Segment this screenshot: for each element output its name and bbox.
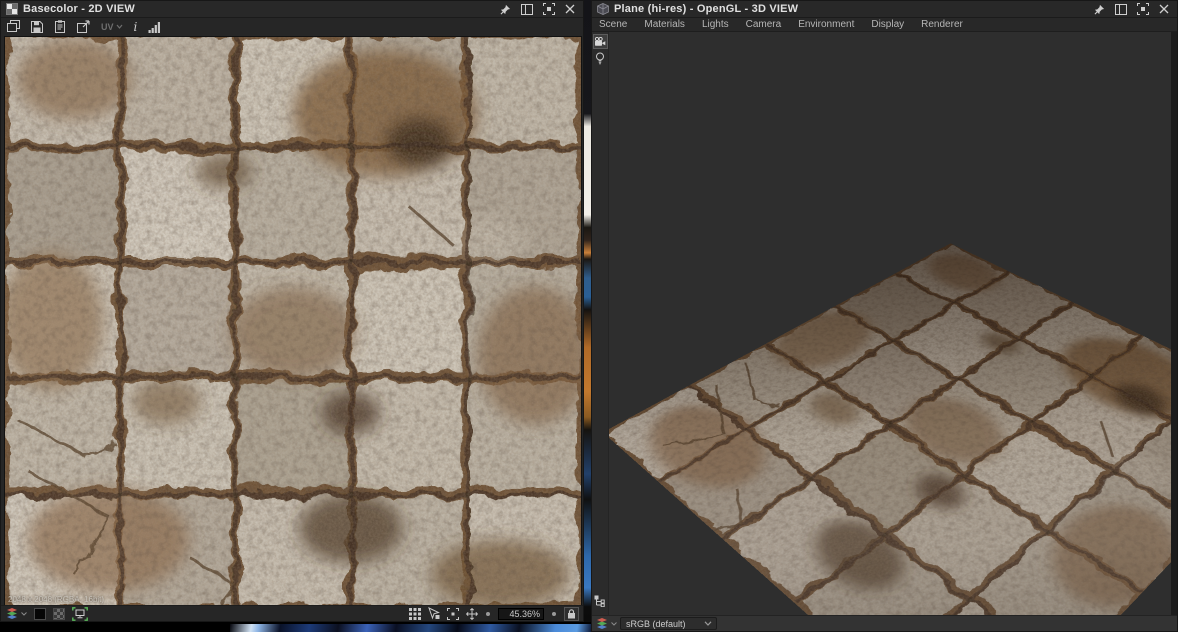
3d-viewport[interactable] <box>609 32 1171 615</box>
channels-dropdown[interactable] <box>5 608 27 620</box>
export-button[interactable] <box>77 20 90 33</box>
channels-stack-icon <box>5 608 19 620</box>
uv-fit-button[interactable] <box>428 607 440 620</box>
zoom-in-button[interactable] <box>551 611 557 617</box>
outliner-icon <box>594 595 606 607</box>
3d-view-statusbar: sRGB (default) <box>592 615 1177 631</box>
monitor-icon <box>72 607 88 621</box>
info-icon: i <box>134 22 138 32</box>
save-icon <box>31 21 43 33</box>
3d-plane-mesh <box>609 243 1171 615</box>
pin-icon[interactable] <box>1094 4 1105 15</box>
2d-texture-canvas[interactable]: 2048 x 2048 (RGBA, 16bit) <box>4 36 582 606</box>
chevron-down-icon <box>116 24 123 29</box>
lock-icon <box>567 609 576 619</box>
uv-fit-icon <box>428 607 440 620</box>
3d-view-titlebar: Plane (hi-res) - OpenGL - 3D VIEW <box>592 1 1177 18</box>
menu-lights[interactable]: Lights <box>702 19 729 30</box>
pin-icon[interactable] <box>500 4 511 15</box>
menu-materials[interactable]: Materials <box>644 19 685 30</box>
zoom-percent-field[interactable]: 45.36% <box>498 608 544 620</box>
zoom-lock-button[interactable] <box>564 607 579 621</box>
save-button[interactable] <box>31 21 43 33</box>
maximize-icon[interactable] <box>1137 3 1149 15</box>
copy-icon <box>7 20 20 33</box>
panel-layout-icon[interactable] <box>1115 4 1127 15</box>
channels-stack-icon <box>595 618 609 630</box>
maximize-icon[interactable] <box>543 3 555 15</box>
zoom-out-dot <box>485 611 491 617</box>
zoom-out-button[interactable] <box>485 611 491 617</box>
2d-view-panel: Basecolor - 2D VIEW <box>0 0 584 622</box>
paste-button[interactable] <box>54 20 66 33</box>
checker-logo-icon <box>6 3 18 15</box>
plane-tint <box>609 243 1171 615</box>
chevron-down-icon <box>704 621 712 626</box>
menu-display[interactable]: Display <box>871 19 904 30</box>
menu-scene[interactable]: Scene <box>599 19 627 30</box>
camera-icon <box>594 37 606 47</box>
export-icon <box>77 20 90 33</box>
info-button[interactable]: i <box>134 22 138 32</box>
channels-dropdown[interactable] <box>595 618 617 630</box>
grid-toggle-button[interactable] <box>409 608 421 620</box>
2d-view-titlebar: Basecolor - 2D VIEW <box>1 1 583 18</box>
3d-view-body <box>592 32 1177 615</box>
menu-renderer[interactable]: Renderer <box>921 19 963 30</box>
menu-camera[interactable]: Camera <box>746 19 782 30</box>
desktop-wallpaper <box>230 624 591 632</box>
2d-view-toolbar: UV i <box>1 18 583 35</box>
close-icon[interactable] <box>1159 4 1169 14</box>
3d-side-toolbar <box>592 32 609 615</box>
menu-environment[interactable]: Environment <box>798 19 854 30</box>
chevron-down-icon <box>611 622 617 626</box>
copy-button[interactable] <box>7 20 20 33</box>
uv-label: UV <box>101 22 114 32</box>
background-color-swatch[interactable] <box>34 608 46 620</box>
histogram-icon <box>148 21 161 33</box>
frame-icon <box>447 608 459 620</box>
colorspace-select[interactable]: sRGB (default) <box>620 617 717 630</box>
bulb-icon <box>595 52 605 65</box>
pan-button[interactable] <box>466 608 478 620</box>
chevron-down-icon <box>21 612 27 616</box>
outliner-button[interactable] <box>594 594 606 612</box>
panel-title: Basecolor - 2D VIEW <box>23 3 135 15</box>
panel-layout-icon[interactable] <box>521 4 533 15</box>
grid-icon <box>409 608 421 620</box>
resolution-label: 2048 x 2048 (RGBA, 16bit) <box>8 595 104 604</box>
zoom-in-dot <box>551 611 557 617</box>
3d-view-panel: Plane (hi-res) - OpenGL - 3D VIEW Scene … <box>591 0 1178 632</box>
3d-view-menubar: Scene Materials Lights Camera Environmen… <box>592 18 1177 32</box>
close-icon[interactable] <box>565 4 575 14</box>
panel-right-edge <box>1171 32 1177 615</box>
cube-icon <box>597 3 609 15</box>
camera-tool-button[interactable] <box>593 34 608 49</box>
histogram-button[interactable] <box>148 21 161 33</box>
colorspace-value: sRGB (default) <box>626 618 686 630</box>
frame-view-button[interactable] <box>447 608 459 620</box>
paste-icon <box>54 20 66 33</box>
bottom-desktop-strip <box>0 622 591 632</box>
2d-view-statusbar: 45.36% <box>1 605 583 621</box>
pan-icon <box>466 608 478 620</box>
checker-background-swatch[interactable] <box>53 608 65 620</box>
uv-dropdown[interactable]: UV <box>101 22 123 32</box>
light-tool-button[interactable] <box>593 51 608 66</box>
basecolor-texture <box>5 37 581 605</box>
desktop-wallpaper-gap <box>584 0 591 632</box>
panel-title: Plane (hi-res) - OpenGL - 3D VIEW <box>614 3 798 15</box>
monitor-display-button[interactable] <box>72 607 88 621</box>
